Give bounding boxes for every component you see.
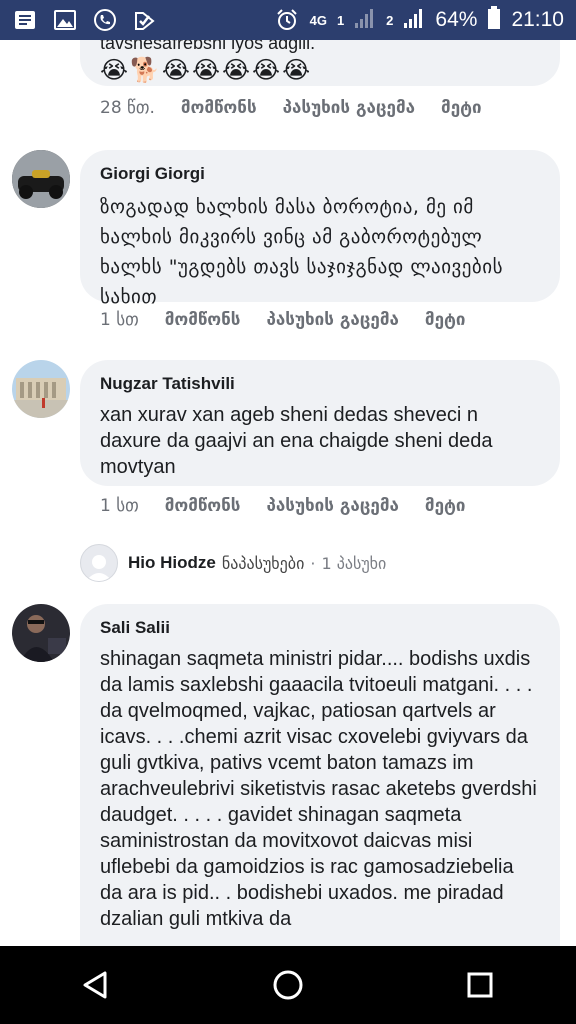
reply-button[interactable]: პასუხის გაცემა bbox=[266, 496, 398, 516]
comment-text: ზოგადად ხალხის მასა ბოროტია, მე იმ ხალხი… bbox=[100, 196, 504, 308]
sim2-label: 2 bbox=[386, 12, 394, 28]
alarm-icon bbox=[274, 8, 300, 32]
avatar bbox=[80, 544, 118, 582]
comment-author[interactable]: Nugzar Tatishvili bbox=[100, 374, 540, 394]
status-bar: 4G 1 2 64% 21:10 bbox=[0, 0, 576, 40]
check-icon bbox=[132, 8, 158, 32]
reply-author[interactable]: Hio Hiodze bbox=[128, 553, 216, 573]
notification-icon bbox=[12, 8, 38, 32]
reply-separator: · bbox=[310, 553, 316, 573]
comment-text: shinagan saqmeta ministri pidar.... bodi… bbox=[100, 648, 537, 930]
comment-actions-top: 28 წთ. მომწონს პასუხის გაცემა მეტი bbox=[100, 98, 508, 118]
comment-bubble-top: tavshesafrebshi iyos adgili. 😭🐕😭😭😭😭😭 bbox=[80, 40, 560, 86]
comment-author[interactable]: Sali Salii bbox=[100, 618, 540, 638]
comment-time: 28 წთ. bbox=[100, 98, 155, 118]
call-icon bbox=[92, 8, 118, 32]
comment-actions: 1 სთ მომწონს პასუხის გაცემა მეტი bbox=[100, 310, 491, 330]
reply-button[interactable]: პასუხის გაცემა bbox=[283, 98, 415, 118]
sim1-label: 1 bbox=[336, 12, 345, 28]
navigation-bar bbox=[0, 946, 576, 1024]
avatar[interactable] bbox=[12, 150, 70, 208]
avatar[interactable] bbox=[12, 360, 70, 418]
reply-count[interactable]: 1 პასუხი bbox=[321, 554, 386, 573]
signal-icon-sim2 bbox=[403, 7, 425, 34]
reply-action: ნაპასუხები bbox=[221, 553, 305, 573]
recents-icon[interactable] bbox=[450, 955, 510, 1015]
comment-bubble: Sali Salii shinagan saqmeta ministri pid… bbox=[80, 604, 560, 946]
avatar[interactable] bbox=[12, 604, 70, 662]
replies-summary[interactable]: Hio Hiodze ნაპასუხები · 1 პასუხი bbox=[80, 544, 386, 582]
comment-bubble: Nugzar Tatishvili xan xurav xan ageb she… bbox=[80, 360, 560, 486]
more-button[interactable]: მეტი bbox=[425, 496, 466, 516]
like-button[interactable]: მომწონს bbox=[165, 310, 241, 330]
more-button[interactable]: მეტი bbox=[425, 310, 466, 330]
battery-icon bbox=[487, 5, 501, 35]
comment-author[interactable]: Giorgi Giorgi bbox=[100, 164, 540, 184]
comment-time: 1 სთ bbox=[100, 310, 139, 330]
like-button[interactable]: მომწონს bbox=[165, 496, 241, 516]
comment-actions: 1 სთ მომწონს პასუხის გაცემა მეტი bbox=[100, 496, 491, 516]
signal-icon-sim1 bbox=[354, 7, 376, 34]
image-icon bbox=[52, 8, 78, 32]
like-button[interactable]: მომწონს bbox=[181, 98, 257, 118]
comment-partial-text: tavshesafrebshi iyos adgili. bbox=[100, 40, 316, 53]
clock: 21:10 bbox=[511, 8, 564, 31]
comment-bubble: Giorgi Giorgi ზოგადად ხალხის მასა ბოროტი… bbox=[80, 150, 560, 308]
reply-button[interactable]: პასუხის გაცემა bbox=[266, 310, 398, 330]
back-icon[interactable] bbox=[66, 955, 126, 1015]
comment-text: xan xurav xan ageb sheni dedas sheveci n… bbox=[100, 404, 493, 478]
home-icon[interactable] bbox=[258, 955, 318, 1015]
emoji-line: 😭🐕😭😭😭😭😭 bbox=[100, 56, 313, 84]
comments-feed[interactable]: tavshesafrebshi iyos adgili. 😭🐕😭😭😭😭😭 28 … bbox=[0, 40, 576, 946]
battery-percent: 64% bbox=[435, 8, 478, 31]
network-type: 4G bbox=[309, 12, 327, 28]
comment-time: 1 სთ bbox=[100, 496, 139, 516]
more-button[interactable]: მეტი bbox=[441, 98, 482, 118]
